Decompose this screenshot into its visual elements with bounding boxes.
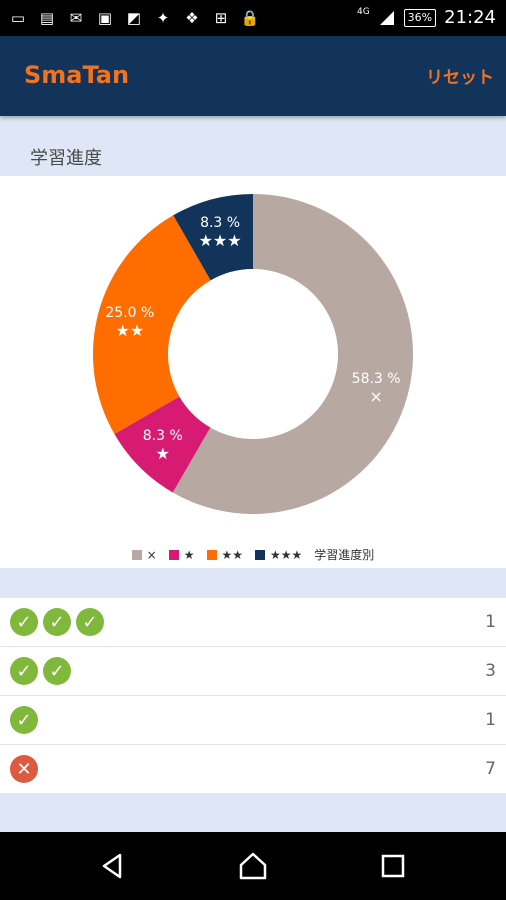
list-item[interactable]: ✕ 7 <box>0 745 506 794</box>
check-icon: ✓ <box>43 657 71 685</box>
notification-icons: ▭ ▤ ✉ ▣ ◩ ✦ ❖ ⊞ 🔒 <box>8 8 260 28</box>
recent-apps-icon <box>381 854 405 878</box>
legend-item-three-star: ★★★ <box>255 548 302 562</box>
home-button[interactable] <box>235 848 271 884</box>
item-count: 3 <box>485 661 496 681</box>
legend-label-three-star: ★★★ <box>270 547 303 562</box>
cross-icon: ✕ <box>10 755 38 783</box>
slice-percent-label: 58.3 % <box>352 371 401 387</box>
progress-list: ✓ ✓ ✓ 1 ✓ ✓ 3 ✓ 1 ✕ 7 <box>0 598 506 794</box>
list-item[interactable]: ✓ 1 <box>0 696 506 745</box>
signal-icon <box>379 10 394 25</box>
reset-button[interactable]: リセット <box>426 63 494 88</box>
network-type: 4G <box>356 6 370 17</box>
back-button[interactable] <box>95 848 131 884</box>
status-bar: ▭ ▤ ✉ ▣ ◩ ✦ ❖ ⊞ 🔒 4G 36% 21:24 <box>0 0 506 36</box>
contact-icon: ▤ <box>39 9 55 27</box>
gallery-icon: ◩ <box>126 9 142 27</box>
legend-swatch-one-star <box>168 549 179 560</box>
slice-category-label: × <box>369 387 382 406</box>
back-icon <box>102 853 122 879</box>
check-icon: ✓ <box>10 657 38 685</box>
clock: 21:24 <box>444 7 496 28</box>
slice-percent-label: 8.3 % <box>200 215 240 231</box>
legend-label-none: × <box>146 547 157 562</box>
list-item[interactable]: ✓ ✓ ✓ 1 <box>0 598 506 647</box>
home-icon <box>239 852 267 880</box>
legend-title: 学習進度別 <box>314 548 375 562</box>
slice-category-label: ★ <box>156 444 170 463</box>
legend-swatch-none <box>131 549 142 560</box>
tool-icon: ✦ <box>156 9 170 27</box>
lock-icon: 🔒 <box>240 9 260 27</box>
section-title: 学習進度 <box>30 148 102 169</box>
app-title: SmaTan <box>24 61 130 89</box>
legend-swatch-two-star <box>206 549 217 560</box>
legend-swatch-three-star <box>255 549 266 560</box>
legend-label-two-star: ★★ <box>221 547 244 562</box>
progress-chart-card: 58.3 % × 8.3 % ★ 25.0 % ★★ 8.3 % ★★★ × ★ ★★ ★★★… <box>0 176 506 568</box>
item-count: 1 <box>485 612 496 632</box>
check-icon: ✓ <box>10 608 38 636</box>
list-item[interactable]: ✓ ✓ 3 <box>0 647 506 696</box>
item-count: 7 <box>485 759 496 779</box>
check-icon: ✓ <box>43 608 71 636</box>
dropbox-icon: ❖ <box>185 9 199 27</box>
legend-item-none: × <box>131 547 157 562</box>
toolbox-icon: ⊞ <box>214 9 228 27</box>
status-right: 4G 36% 21:24 <box>356 6 496 29</box>
donut-hole <box>178 279 328 429</box>
mail-icon: ✉ <box>69 9 83 27</box>
chart-legend: × ★ ★★ ★★★ 学習進度別 <box>0 546 506 563</box>
app-bar: SmaTan リセット <box>0 36 506 116</box>
slice-category-label: ★★★ <box>199 231 242 250</box>
item-count: 1 <box>485 710 496 730</box>
donut-chart: 58.3 %×8.3 %★25.0 %★★8.3 %★★★ <box>92 194 413 514</box>
recent-apps-button[interactable] <box>375 848 411 884</box>
legend-label-one-star: ★ <box>183 547 195 562</box>
message-icon: ▭ <box>10 9 26 27</box>
slice-percent-label: 25.0 % <box>105 305 154 321</box>
legend-item-two-star: ★★ <box>206 547 244 562</box>
slice-category-label: ★★ <box>116 321 145 340</box>
slice-percent-label: 8.3 % <box>143 428 183 444</box>
check-icon: ✓ <box>10 706 38 734</box>
image-icon: ▣ <box>97 9 113 27</box>
battery-icon: 36% <box>403 8 437 27</box>
legend-item-one-star: ★ <box>168 547 195 562</box>
navigation-bar <box>0 832 506 900</box>
check-icon: ✓ <box>76 608 104 636</box>
